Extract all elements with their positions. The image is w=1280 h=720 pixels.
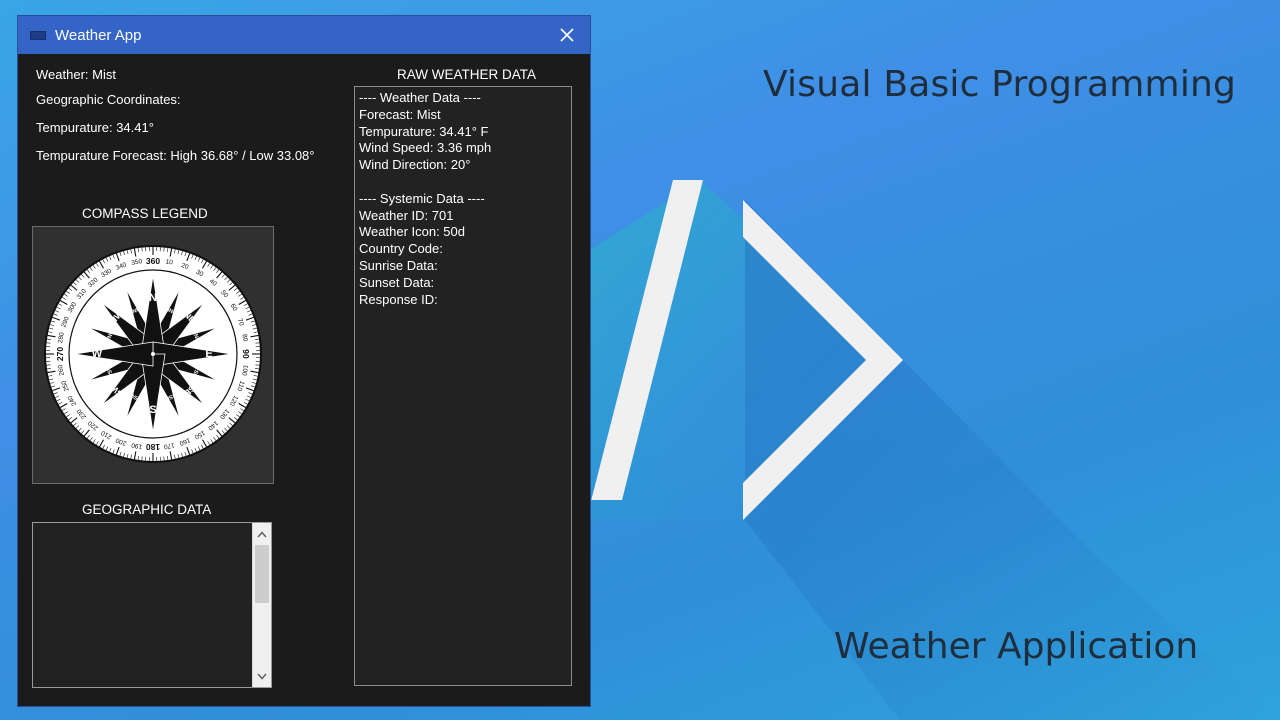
compass-legend-label: COMPASS LEGEND <box>82 206 208 221</box>
slide-title: Visual Basic Programming <box>763 64 1237 105</box>
forecast-label: Tempurature Forecast: High 36.68° / Low … <box>36 148 315 163</box>
close-button[interactable] <box>552 20 582 50</box>
compass-rose: 360 10 20304050607080901001101201301401501… <box>44 245 262 463</box>
temperature-label: Tempurature: 34.41° <box>36 120 154 135</box>
compass-degree-label: 90 <box>241 349 251 359</box>
geographic-data-label: GEOGRAPHIC DATA <box>82 502 212 517</box>
compass-degree-label: 360 <box>146 256 160 266</box>
slide-subtitle: Weather Application <box>834 626 1199 667</box>
raw-data-line: Sunrise Data: <box>359 257 438 273</box>
raw-data-line <box>359 174 567 191</box>
scroll-down-button[interactable] <box>253 667 271 685</box>
weather-app-window: Weather App Weather: Mist Geographic Coo… <box>18 16 590 706</box>
compass-cardinal-label: E <box>205 348 212 360</box>
scroll-up-button[interactable] <box>253 525 271 543</box>
geographic-scrollbar[interactable] <box>252 523 271 687</box>
compass-legend-image: 360 10 20 30 40 50 60 70 80 90 100 110 120 130 140 150 1… <box>32 226 274 484</box>
weather-label: Weather: Mist <box>36 67 116 82</box>
raw-data-line: ---- Weather Data ---- <box>359 90 481 105</box>
chevron-down-icon <box>257 673 267 680</box>
raw-data-line: Weather ID: 701 <box>359 207 454 223</box>
chevron-up-icon <box>257 530 267 537</box>
raw-data-line: Wind Speed: 3.36 mph <box>359 140 492 156</box>
compass-cardinal-label: N <box>149 292 157 304</box>
raw-data-line: ---- Systemic Data ---- <box>359 190 485 206</box>
window-title: Weather App <box>55 26 142 44</box>
compass-center <box>151 352 155 356</box>
raw-data-line: Weather Icon: 50d <box>359 224 465 240</box>
app-icon <box>30 30 46 40</box>
raw-data-line: Forecast: Mist <box>359 106 441 122</box>
raw-weather-data-textbox[interactable]: ---- Weather Data ---- Forecast: Mist Temp… <box>354 86 572 686</box>
compass-degree-label: 180 <box>146 442 160 452</box>
raw-data-line: Sunset Data: <box>359 274 435 290</box>
raw-data-line: Tempurature: 34.41° F <box>359 123 489 139</box>
compass-cardinal-label: W <box>92 348 103 360</box>
coordinates-label: Geographic Coordinates: <box>36 92 181 107</box>
raw-weather-data-label: RAW WEATHER DATA <box>397 67 536 82</box>
compass-degree-label: 270 <box>55 347 65 361</box>
geographic-data-list[interactable] <box>32 522 272 688</box>
compass-cardinal-label: S <box>149 404 156 416</box>
raw-data-line: Response ID: <box>359 291 438 307</box>
scroll-thumb[interactable] <box>255 545 269 603</box>
raw-data-line: Country Code: <box>359 241 443 257</box>
close-icon <box>560 28 574 42</box>
window-titlebar[interactable]: Weather App <box>18 16 590 54</box>
raw-data-line: Wind Direction: 20° <box>359 157 471 173</box>
